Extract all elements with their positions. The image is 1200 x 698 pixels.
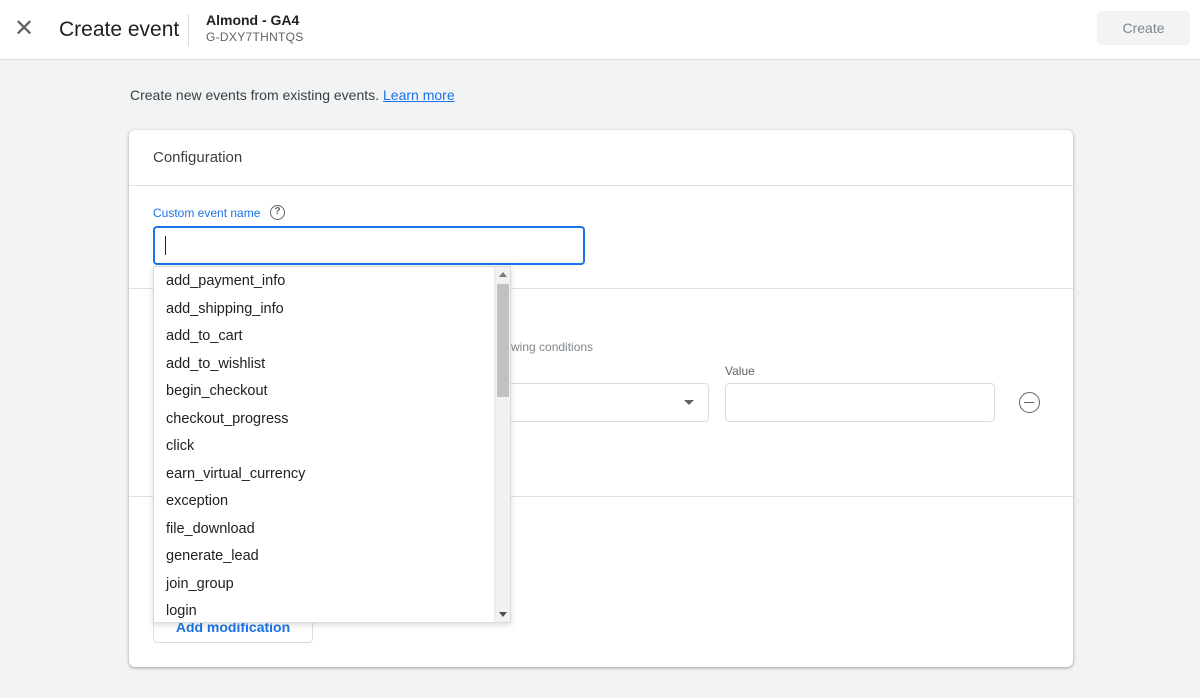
property-id: G-DXY7THNTQS [206, 30, 304, 44]
remove-condition-icon[interactable] [1019, 392, 1040, 413]
dropdown-option[interactable]: checkout_progress [154, 406, 495, 434]
top-bar: ✕ Create event Almond - GA4 G-DXY7THNTQS… [0, 0, 1200, 60]
property-name: Almond - GA4 [206, 12, 300, 28]
dropdown-option[interactable]: file_download [154, 516, 495, 544]
page-title: Create event [59, 18, 180, 41]
dropdown-option[interactable]: add_shipping_info [154, 296, 495, 324]
dropdown-option[interactable]: add_to_wishlist [154, 351, 495, 379]
dropdown-option[interactable]: add_to_cart [154, 323, 495, 351]
scroll-thumb[interactable] [497, 284, 509, 397]
custom-event-name-input[interactable] [153, 226, 585, 265]
learn-more-link[interactable]: Learn more [383, 87, 455, 103]
dropdown-option[interactable]: join_group [154, 571, 495, 599]
event-name-dropdown[interactable]: add_payment_info add_shipping_info add_t… [153, 266, 511, 623]
scroll-down-icon[interactable] [499, 612, 507, 617]
operator-select[interactable] [499, 383, 709, 422]
close-icon[interactable]: ✕ [10, 15, 38, 43]
dropdown-option[interactable]: exception [154, 488, 495, 516]
dropdown-scrollbar[interactable] [494, 267, 510, 622]
create-button[interactable]: Create [1097, 11, 1190, 45]
conditions-text: llowing conditions [499, 340, 594, 354]
chevron-down-icon [684, 400, 694, 405]
dropdown-list: add_payment_info add_shipping_info add_t… [154, 268, 495, 622]
card-title: Configuration [153, 149, 243, 166]
value-input[interactable] [725, 383, 995, 422]
value-label: Value [725, 364, 755, 378]
custom-event-name-label: Custom event name [153, 206, 261, 220]
dropdown-option[interactable]: generate_lead [154, 543, 495, 571]
header-divider [188, 14, 189, 46]
intro-text: Create new events from existing events. L… [130, 87, 455, 103]
dropdown-option[interactable]: add_payment_info [154, 268, 495, 296]
scroll-up-icon[interactable] [499, 272, 507, 277]
dropdown-option[interactable]: click [154, 433, 495, 461]
text-cursor [165, 236, 166, 255]
dropdown-option[interactable]: login [154, 598, 495, 622]
dropdown-option[interactable]: earn_virtual_currency [154, 461, 495, 489]
help-icon[interactable]: ? [270, 205, 285, 220]
card-header: Configuration [129, 130, 1073, 186]
intro-description: Create new events from existing events. [130, 87, 380, 103]
dropdown-option[interactable]: begin_checkout [154, 378, 495, 406]
